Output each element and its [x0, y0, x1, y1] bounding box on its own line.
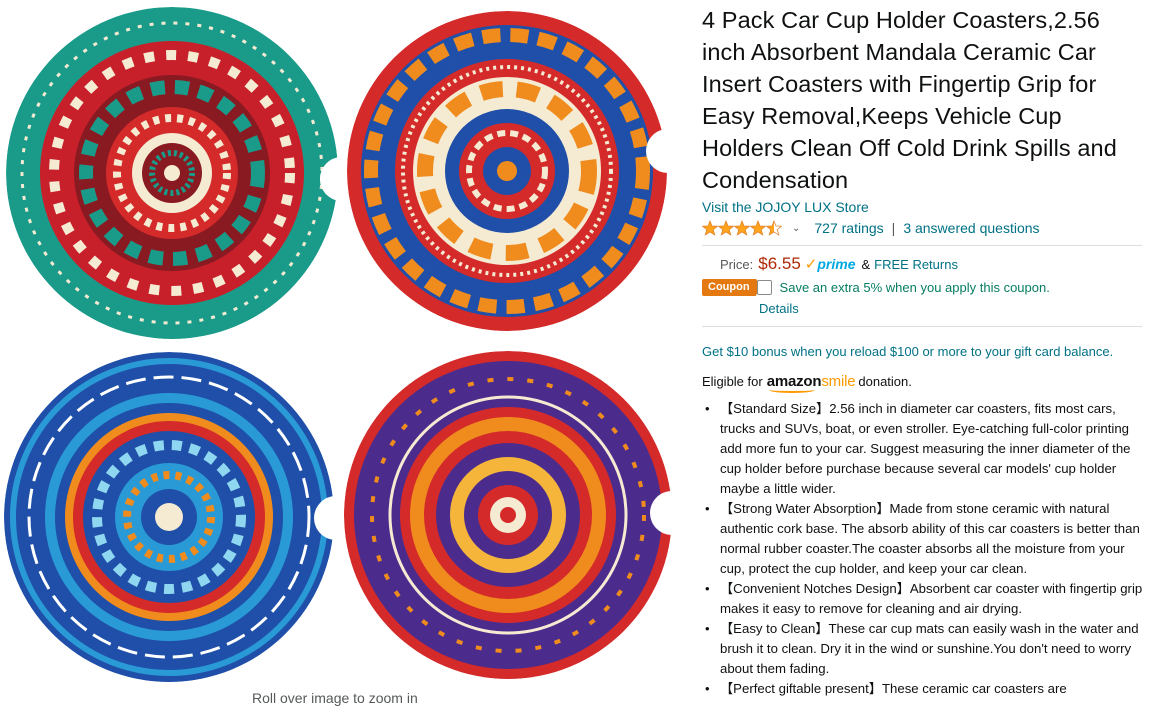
zoom-hint: Roll over image to zoom in — [252, 690, 418, 706]
feature-bullet: 【Convenient Notches Design】Absorbent car… — [702, 579, 1144, 619]
price-row: Price: $6.55 ✓ prime & FREE Returns — [720, 254, 1146, 276]
star-half-icon — [766, 220, 782, 236]
star-rating[interactable] — [702, 220, 782, 236]
product-details: 4 Pack Car Cup Holder Coasters,2.56 inch… — [702, 4, 1146, 699]
product-image-gallery[interactable]: Roll over image to zoom in — [0, 0, 680, 721]
chevron-down-icon[interactable]: ⌄ — [792, 223, 800, 234]
amazon-smile-row: Eligible for amazonsmile donation. — [702, 371, 1146, 393]
ampersand: & — [861, 257, 871, 272]
feature-bullet: 【Strong Water Absorption】Made from stone… — [702, 499, 1144, 579]
divider — [702, 326, 1142, 327]
smile-prefix: Eligible for — [702, 373, 763, 389]
coupon-badge: Coupon — [702, 278, 763, 296]
smile-logo-smile: smile — [821, 372, 856, 390]
feature-bullet: 【Perfect giftable present】These ceramic … — [702, 679, 1144, 699]
separator: | — [891, 220, 896, 236]
prime-check-icon: ✓ — [804, 256, 818, 273]
divider — [702, 245, 1142, 246]
free-returns-link[interactable]: FREE Returns — [874, 257, 958, 272]
store-link[interactable]: Visit the JOJOY LUX Store — [702, 198, 1146, 216]
star-full-icon — [718, 220, 734, 236]
amazon-smile-logo: amazonsmile — [767, 372, 856, 393]
prime-badge: ✓ prime — [805, 255, 856, 273]
star-full-icon — [750, 220, 766, 236]
coaster-image-blue[interactable] — [2, 350, 336, 684]
prime-label: prime — [817, 256, 856, 272]
coaster-image-purple-orange[interactable] — [344, 347, 672, 683]
price-label: Price: — [720, 257, 754, 272]
coupon-details-link[interactable]: Details — [759, 300, 1146, 318]
coaster-image-red-blue[interactable] — [346, 4, 668, 338]
feature-bullet: 【Easy to Clean】These car cup mats can ea… — [702, 619, 1144, 679]
coaster-image-teal-red[interactable] — [2, 7, 342, 339]
price-value: $6.55 — [758, 254, 801, 273]
coupon-checkbox[interactable] — [756, 279, 772, 295]
gift-card-promo-link[interactable]: Get $10 bonus when you reload $100 or mo… — [702, 342, 1122, 362]
coupon-row: Coupon Save an extra 5% when you apply t… — [702, 277, 1146, 297]
feature-bullets: 【Standard Size】2.56 inch in diameter car… — [702, 399, 1146, 699]
smile-arrow-icon — [768, 387, 815, 393]
star-full-icon — [702, 220, 718, 236]
coupon-text[interactable]: Save an extra 5% when you apply this cou… — [780, 280, 1050, 295]
smile-suffix: donation. — [858, 373, 912, 389]
answered-questions-link[interactable]: 3 answered questions — [903, 220, 1039, 236]
star-full-icon — [734, 220, 750, 236]
feature-bullet: 【Standard Size】2.56 inch in diameter car… — [702, 399, 1144, 499]
product-title: 4 Pack Car Cup Holder Coasters,2.56 inch… — [702, 7, 1117, 193]
ratings-link[interactable]: 727 ratings — [814, 220, 883, 236]
rating-row: ⌄ 727 ratings | 3 answered questions — [702, 217, 1146, 239]
